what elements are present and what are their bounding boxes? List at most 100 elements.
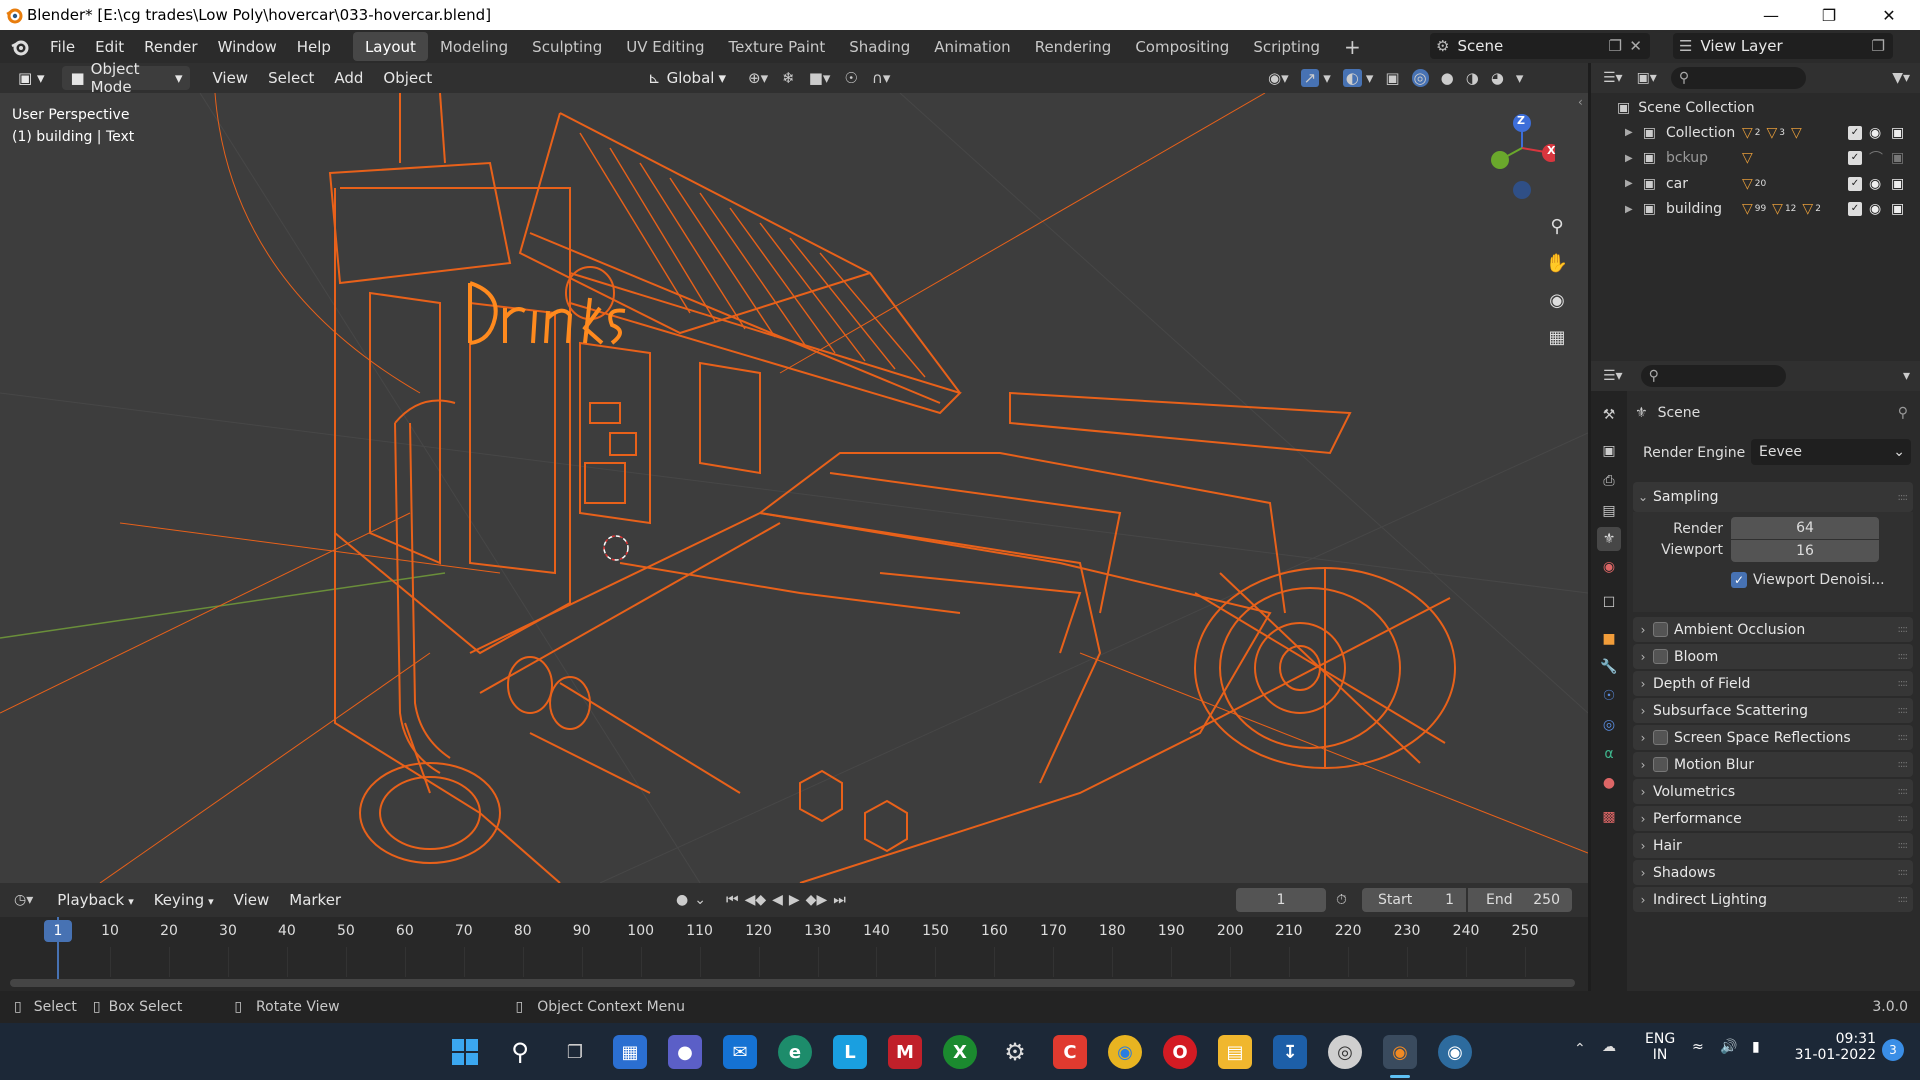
play-icon[interactable]: ▶ — [789, 892, 800, 908]
tab-uv-editing[interactable]: UV Editing — [614, 32, 716, 61]
scene-collection-row[interactable]: ▣ Scene Collection — [1591, 95, 1920, 120]
minimize-button[interactable]: — — [1742, 0, 1800, 30]
eye-icon[interactable]: ◉ — [1869, 201, 1881, 217]
camera-view-button[interactable]: ◉ — [1540, 283, 1574, 317]
wifi-icon[interactable]: ≈ — [1692, 1039, 1704, 1055]
render-tab[interactable]: ▣ — [1597, 439, 1621, 463]
battery-icon[interactable]: ▮ — [1752, 1039, 1760, 1055]
tab-texture-paint[interactable]: Texture Paint — [716, 32, 837, 61]
ortho-toggle-button[interactable]: ▦ — [1540, 320, 1574, 354]
zoom-button[interactable]: ⚲ — [1540, 209, 1574, 243]
panel-depth-of-field[interactable]: › Depth of Field:::: — [1633, 671, 1913, 696]
tab-layout[interactable]: Layout — [352, 32, 428, 61]
expand-arrow-icon[interactable]: ▶ — [1625, 178, 1633, 189]
mcafee-button[interactable]: M — [888, 1035, 922, 1069]
timeline-menu-marker[interactable]: Marker — [279, 891, 351, 909]
drag-handle-icon[interactable]: :::: — [1898, 705, 1909, 716]
particles-tab[interactable]: ☉ — [1597, 684, 1621, 708]
wireframe-shading-icon[interactable]: ◎ — [1411, 69, 1429, 87]
gizmo-toggle-icon[interactable]: ↗ — [1300, 69, 1320, 87]
widgets-button[interactable]: ▦ — [613, 1035, 647, 1069]
menu-window[interactable]: Window — [208, 30, 287, 63]
jump-end-icon[interactable]: ⏭ — [833, 892, 846, 908]
timeline-menu-playback[interactable]: Playback ▾ — [47, 891, 143, 909]
drag-handle-icon[interactable]: :::: — [1898, 786, 1909, 797]
office-button[interactable]: C — [1053, 1035, 1087, 1069]
close-button[interactable]: ✕ — [1860, 0, 1918, 30]
scene-tab[interactable]: ⚜ — [1597, 527, 1621, 551]
shading-options-icon[interactable]: ▾ — [1516, 69, 1524, 87]
camera-icon[interactable]: ▣ — [1891, 201, 1904, 217]
onedrive-icon[interactable]: ☁ — [1602, 1039, 1616, 1055]
remove-scene-icon[interactable]: ✕ — [1629, 37, 1642, 55]
scene-selector[interactable]: ⚙ Scene ❐ ✕ — [1430, 33, 1650, 59]
world-tab[interactable]: ◉ — [1597, 555, 1621, 579]
viewport-menu-view[interactable]: View — [202, 69, 258, 87]
view-layer-selector[interactable]: ☰ View Layer ❐ — [1673, 33, 1893, 59]
timeline-menu-keying[interactable]: Keying ▾ — [144, 891, 224, 909]
viewport-denoise-checkbox[interactable]: ✓ Viewport Denoisi... — [1731, 572, 1885, 588]
copy-scene-icon[interactable]: ❐ — [1609, 37, 1622, 55]
outliner-collection-bckup[interactable]: ▶ ▣ bckup ▽ ✓ ⌒ ▣ — [1591, 146, 1920, 171]
drag-handle-icon[interactable]: :::: — [1898, 624, 1909, 635]
collapse-arrow-icon[interactable]: ‹ — [1578, 95, 1583, 109]
ambient-occlusion-checkbox[interactable] — [1653, 622, 1668, 637]
rendered-shading-icon[interactable]: ◕ — [1491, 69, 1504, 87]
snap-target-icon[interactable]: ■▾ — [809, 69, 831, 87]
outliner-editor-icon[interactable]: ☰▾ — [1603, 70, 1623, 86]
chevron-down-icon[interactable]: ⌄ — [694, 892, 706, 908]
tool-tab[interactable]: ⚒ — [1597, 403, 1621, 427]
overlays-icon[interactable]: ◐ — [1342, 69, 1362, 87]
drag-handle-icon[interactable]: :::: — [1898, 732, 1909, 743]
motion-blur-checkbox[interactable] — [1653, 757, 1668, 772]
pivot-icon[interactable]: ⊕▾ — [748, 69, 768, 87]
mail-button[interactable]: ✉ — [723, 1035, 757, 1069]
maximize-button[interactable]: ❐ — [1800, 0, 1858, 30]
chrome-button[interactable]: ◉ — [1108, 1035, 1142, 1069]
drag-handle-icon[interactable]: :::: — [1898, 840, 1909, 851]
keyframe-record-icon[interactable]: ● — [676, 892, 688, 908]
data-tab[interactable]: α — [1597, 742, 1621, 766]
panel-hair[interactable]: › Hair:::: — [1633, 833, 1913, 858]
tab-animation[interactable]: Animation — [922, 32, 1022, 61]
panel-ambient-occlusion[interactable]: › Ambient Occlusion:::: — [1633, 617, 1913, 642]
view-layer-tab[interactable]: ▤ — [1597, 499, 1621, 523]
menu-help[interactable]: Help — [287, 30, 341, 63]
display-mode-icon[interactable]: ▣▾ — [1637, 70, 1657, 86]
xbox-button[interactable]: X — [943, 1035, 977, 1069]
sampling-panel-header[interactable]: ⌄ Sampling :::: — [1633, 482, 1913, 512]
menu-edit[interactable]: Edit — [85, 30, 134, 63]
menu-render[interactable]: Render — [134, 30, 207, 63]
viewport-samples-field[interactable]: 16 — [1731, 540, 1879, 562]
panel-indirect-lighting[interactable]: › Indirect Lighting:::: — [1633, 887, 1913, 912]
chevron-up-icon[interactable]: ⌃ — [1574, 1041, 1586, 1057]
expand-arrow-icon[interactable]: ▶ — [1625, 153, 1633, 164]
output-tab[interactable]: ⎙ — [1597, 469, 1621, 493]
outliner-collection-Collection[interactable]: ▶ ▣ Collection ▽ 2 ▽ 3 ▽ ✓ ◉ ▣ — [1591, 120, 1920, 145]
file-explorer-button[interactable]: ▤ — [1218, 1035, 1252, 1069]
current-frame-field[interactable]: 1 — [1236, 888, 1326, 912]
mode-dropdown[interactable]: ■ Object Mode ▾ — [62, 60, 191, 96]
camera-icon[interactable]: ▣ — [1891, 125, 1904, 141]
eye-icon[interactable]: ◉ — [1869, 125, 1881, 141]
exclude-checkbox[interactable]: ✓ — [1848, 151, 1862, 165]
menu-file[interactable]: File — [40, 30, 85, 63]
stopwatch-icon[interactable]: ⏱ — [1336, 892, 1347, 908]
tab-rendering[interactable]: Rendering — [1023, 32, 1124, 61]
3d-viewport[interactable]: User Perspective (1) building | Text ‹ Z… — [0, 93, 1588, 883]
tab-shading[interactable]: Shading — [837, 32, 922, 61]
outliner-search-input[interactable]: ⚲ — [1670, 67, 1806, 89]
tab-scripting[interactable]: Scripting — [1241, 32, 1332, 61]
timeline-menu-view[interactable]: View — [224, 891, 280, 909]
panel-volumetrics[interactable]: › Volumetrics:::: — [1633, 779, 1913, 804]
timeline-editor-icon[interactable]: ◷▾ — [14, 892, 33, 908]
viewport-menu-add[interactable]: Add — [324, 69, 373, 87]
opera-button[interactable]: O — [1163, 1035, 1197, 1069]
render-engine-dropdown[interactable]: Eevee ⌄ — [1751, 439, 1911, 465]
panel-bloom[interactable]: › Bloom:::: — [1633, 644, 1913, 669]
volume-icon[interactable]: 🔊 — [1720, 1039, 1737, 1055]
drag-handle-icon[interactable]: :::: — [1898, 894, 1909, 905]
search-button[interactable]: ⚲ — [503, 1035, 537, 1069]
blender-menu-button[interactable] — [0, 37, 40, 57]
visibility-icon[interactable]: ◉▾ — [1268, 69, 1289, 87]
